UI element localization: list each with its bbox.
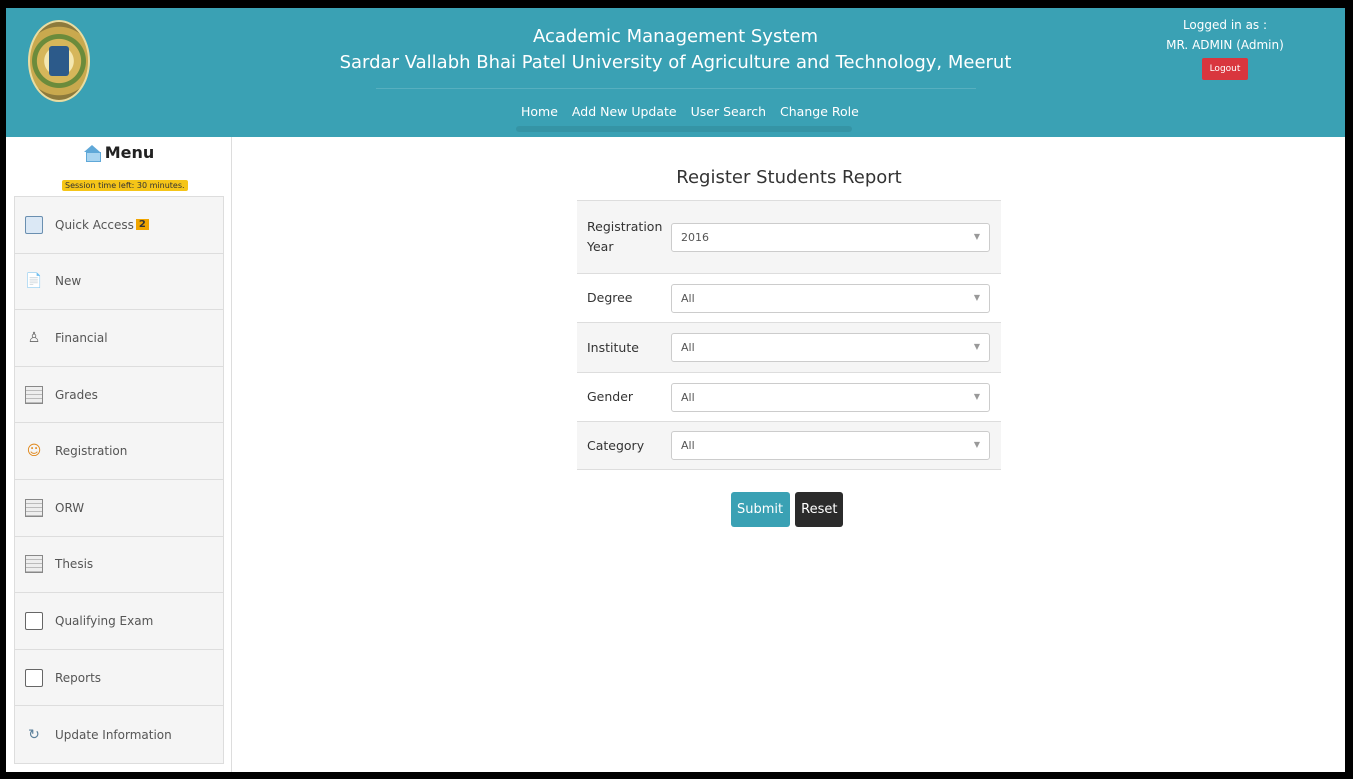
category-label: Category — [587, 437, 645, 453]
sidebar-item-qualifying-exam[interactable]: Qualifying Exam — [15, 593, 223, 650]
nav-home[interactable]: Home — [514, 98, 565, 125]
sidebar-item-thesis[interactable]: Thesis — [15, 536, 223, 594]
nav-user-search[interactable]: User Search — [684, 98, 773, 125]
registration-year-select[interactable]: 2016 ▼ — [671, 222, 990, 252]
degree-select[interactable]: All ▼ — [671, 283, 990, 313]
sidebar-item-orw[interactable]: ORW — [15, 479, 223, 537]
update-information-icon: ↻ — [28, 726, 40, 743]
logged-in-label: Logged in as : — [1182, 18, 1268, 32]
session-timer: Session time left: 30 minutes. — [62, 180, 188, 191]
financial-icon: ♙ — [27, 329, 41, 346]
menu-title: Menu — [6, 143, 232, 162]
chevron-down-icon: ▼ — [973, 391, 980, 401]
user-info: Logged in as : MR. ADMIN (Admin) Logout — [1165, 18, 1285, 80]
top-nav: Home Add New Update User Search Change R… — [514, 98, 866, 125]
chevron-down-icon: ▼ — [973, 440, 980, 449]
form-row-registration-year: Registration Year 2016 ▼ — [577, 200, 1001, 273]
gender-label: Gender — [587, 389, 634, 404]
home-icon — [83, 145, 101, 162]
chevron-down-icon: ▼ — [973, 231, 980, 241]
reports-icon — [25, 668, 43, 687]
report-form: Registration Year 2016 ▼ Degree All ▼ Inst… — [577, 200, 1001, 470]
sidebar-item-reports[interactable]: Reports — [15, 649, 223, 707]
form-buttons: Submit Reset — [731, 492, 844, 527]
qualifying-exam-icon — [25, 611, 43, 630]
gender-select[interactable]: All ▼ — [671, 382, 990, 412]
submit-button[interactable]: Submit — [731, 492, 791, 527]
app-window: Academic Management System Sardar Vallab… — [6, 8, 1345, 772]
form-row-category: Category All ▼ — [577, 421, 1001, 470]
sidebar-item-grades[interactable]: Grades — [15, 366, 223, 424]
form-row-degree: Degree All ▼ — [577, 273, 1001, 322]
category-select[interactable]: All ▼ — [671, 431, 990, 460]
app-title: Academic Management System — [533, 26, 818, 47]
registration-icon: ☺ — [26, 443, 42, 460]
sidebar: Menu Session time left: 30 minutes. Quic… — [6, 137, 232, 772]
user-name: MR. ADMIN (Admin) — [1166, 38, 1284, 52]
orw-icon — [25, 498, 43, 517]
institute-select[interactable]: All ▼ — [671, 333, 990, 362]
reset-button[interactable]: Reset — [795, 492, 844, 527]
sidebar-item-new[interactable]: 📄 New — [15, 253, 223, 311]
chevron-down-icon: ▼ — [973, 292, 980, 302]
sidebar-item-financial[interactable]: ♙ Financial — [15, 310, 223, 367]
nav-add-new-update[interactable]: Add New Update — [565, 98, 684, 125]
nav-change-role[interactable]: Change Role — [773, 98, 866, 125]
header: Academic Management System Sardar Vallab… — [6, 8, 1345, 137]
sidebar-item-update-information[interactable]: ↻ Update Information — [15, 706, 223, 763]
menu-list: Quick Access 2 📄 New ♙ Financial Grades … — [14, 196, 224, 764]
page-title: Register Students Report — [676, 167, 902, 188]
sidebar-item-registration[interactable]: ☺ Registration — [15, 423, 223, 480]
quick-access-badge: 2 — [135, 219, 149, 231]
institute-label: Institute — [587, 339, 639, 355]
form-row-institute: Institute All ▼ — [577, 322, 1001, 372]
title-divider — [376, 88, 976, 89]
form-row-gender: Gender All ▼ — [577, 372, 1001, 421]
sidebar-item-quick-access[interactable]: Quick Access 2 — [15, 197, 223, 254]
university-name: Sardar Vallabh Bhai Patel University of … — [339, 52, 1012, 73]
registration-year-label: Registration Year — [587, 219, 663, 254]
thesis-icon — [25, 555, 43, 574]
chevron-down-icon: ▼ — [973, 342, 980, 351]
new-icon: 📄 — [25, 273, 43, 290]
grades-icon — [25, 385, 43, 404]
quick-access-icon — [25, 215, 43, 234]
degree-label: Degree — [587, 290, 633, 305]
logout-button[interactable]: Logout — [1201, 58, 1249, 80]
